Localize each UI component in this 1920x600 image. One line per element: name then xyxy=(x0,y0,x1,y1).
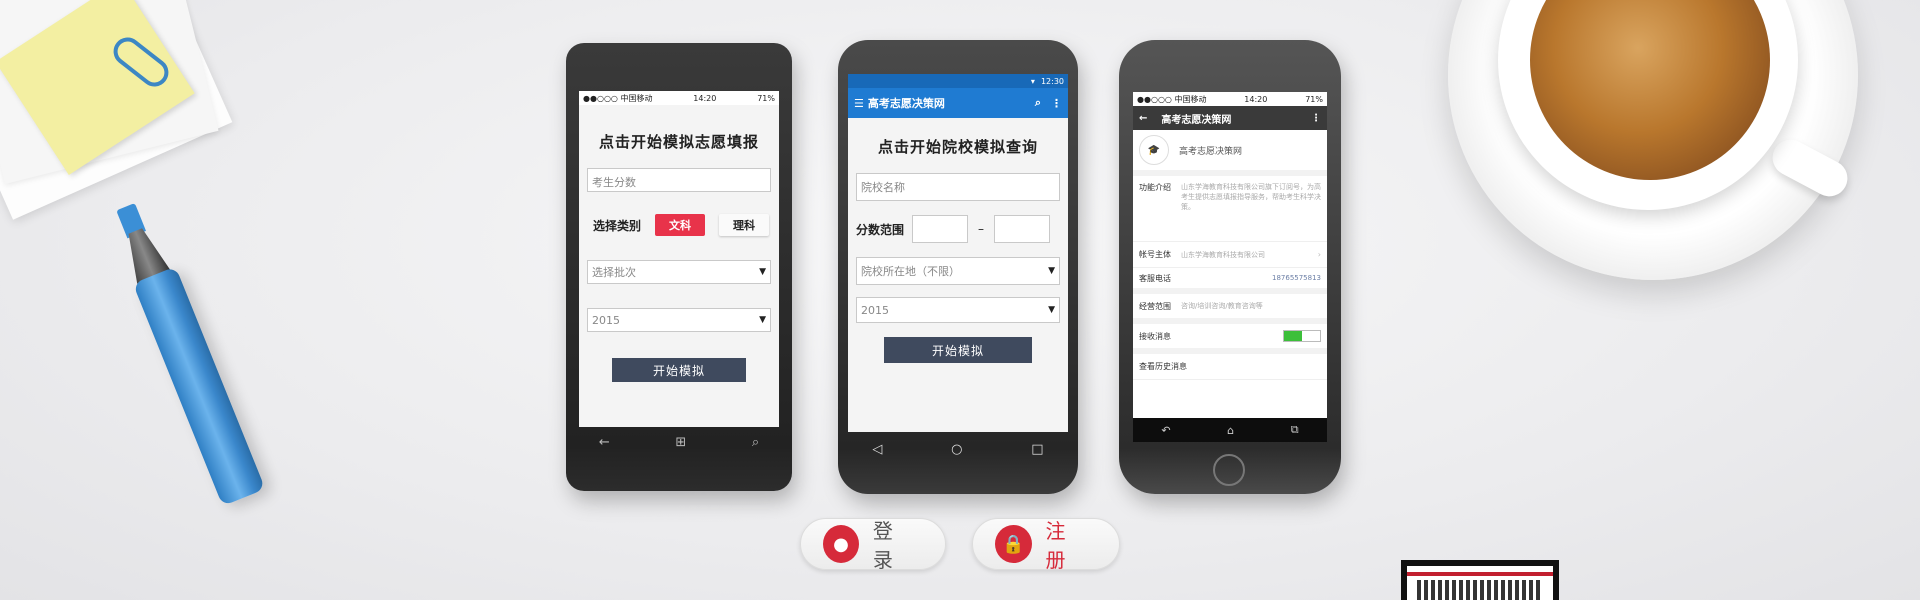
search-icon[interactable]: ⌕ xyxy=(752,435,759,450)
search-icon[interactable]: ⌕ xyxy=(1035,96,1041,110)
row-value: 18765575813 xyxy=(1272,274,1321,282)
page-title: 点击开始模拟志愿填报 xyxy=(598,133,759,151)
marker-body xyxy=(132,266,266,507)
row-label: 帐号主体 xyxy=(1139,250,1171,259)
arts-button[interactable]: 文科 xyxy=(655,214,706,236)
account-header: 🎓 高考志愿决策网 xyxy=(1133,130,1327,176)
more-icon[interactable]: ⋮ xyxy=(1051,97,1062,110)
page-title: 点击开始院校模拟查询 xyxy=(877,138,1038,156)
status-bar: ●●○○○ 中国移动 14:20 71% xyxy=(1133,92,1327,106)
year-select-value: 2015 xyxy=(861,303,889,317)
header-title: 高考志愿决策网 xyxy=(1161,114,1232,126)
location-select[interactable]: 院校所在地（不限） ▼ xyxy=(856,257,1060,285)
back-icon[interactable]: ◁ xyxy=(872,442,882,457)
home-icon[interactable]: ⌂ xyxy=(1227,424,1234,437)
type-row: 选择类别 文科 理科 xyxy=(593,214,771,236)
min-score-input[interactable] xyxy=(912,215,969,243)
phone-iphone: ●●○○○ 中国移动 14:20 71% ← 高考志愿决策网 ⋮ 🎓 高考志愿决… xyxy=(1119,40,1341,494)
year-select[interactable]: 2015 ▼ xyxy=(587,308,771,332)
battery: 71% xyxy=(1305,94,1323,104)
status-bar: ▾ 12:30 xyxy=(848,74,1068,88)
register-button[interactable]: 🔒 注 册 xyxy=(972,518,1120,572)
carrier: ●●○○○ 中国移动 xyxy=(1137,94,1207,104)
account-name: 高考志愿决策网 xyxy=(1179,146,1243,157)
caret-down-icon: ▼ xyxy=(759,267,766,277)
phone1-screen: ●●○○○ 中国移动 14:20 71% 点击开始模拟志愿填报 考生分数 选择类… xyxy=(579,91,779,427)
row-label: 功能介绍 xyxy=(1139,183,1171,192)
status-bar: ●●○○○ 中国移动 14:20 71% xyxy=(579,91,779,105)
lock-icon: 🔒 xyxy=(995,525,1032,563)
range-separator: – xyxy=(978,222,985,236)
back-icon[interactable]: ← xyxy=(599,435,610,450)
receive-messages-row: 接收消息 xyxy=(1133,324,1327,354)
clock: 12:30 xyxy=(1040,76,1064,86)
batch-select[interactable]: 选择批次 ▼ xyxy=(587,260,771,284)
phone3-screen: ●●○○○ 中国移动 14:20 71% ← 高考志愿决策网 ⋮ 🎓 高考志愿决… xyxy=(1133,92,1327,442)
row-label: 接收消息 xyxy=(1139,331,1171,341)
phone-android: ▾ 12:30 ☰ 高考志愿决策网 ⌕ ⋮ 点击开始院校模拟查询 院校名称 分数… xyxy=(838,40,1078,494)
row-label: 经营范围 xyxy=(1139,301,1171,311)
bottom-nav-bar: ↶ ⌂ ⧉ xyxy=(1133,418,1327,442)
home-icon[interactable]: ○ xyxy=(951,442,962,457)
carrier: ●●○○○ 中国移动 xyxy=(583,93,653,103)
info-row[interactable]: 帐号主体 山东学海教育科技有限公司 › xyxy=(1133,242,1327,268)
caret-down-icon: ▼ xyxy=(1048,305,1055,315)
start-simulation-button[interactable]: 开始模拟 xyxy=(612,358,746,382)
battery: 71% xyxy=(757,93,775,103)
account-logo-icon: 🎓 xyxy=(1139,135,1169,165)
phone-windows: ●●○○○ 中国移动 14:20 71% 点击开始模拟志愿填报 考生分数 选择类… xyxy=(566,43,792,491)
caret-down-icon: ▼ xyxy=(1048,266,1055,276)
chevron-right-icon: › xyxy=(1317,250,1321,259)
score-range-label: 分数范围 xyxy=(856,222,905,237)
start-simulation-button[interactable]: 开始模拟 xyxy=(884,337,1032,363)
score-input[interactable]: 考生分数 xyxy=(587,168,771,192)
info-row: 功能介绍 山东学海教育科技有限公司旗下订阅号，为高考生提供志愿填报指导服务，帮助… xyxy=(1133,176,1327,242)
login-label: 登 录 xyxy=(872,519,903,572)
highlighter-marker xyxy=(68,178,310,509)
row-label: 查看历史消息 xyxy=(1139,362,1187,371)
wifi-icon: ▾ xyxy=(1030,76,1035,86)
more-icon[interactable]: ⋮ xyxy=(1311,113,1321,124)
back-arrow-icon[interactable]: ← xyxy=(1139,113,1147,124)
clock: 14:20 xyxy=(693,93,717,103)
type-label: 选择类别 xyxy=(593,218,642,233)
info-row[interactable]: 客服电话 18765575813 xyxy=(1133,268,1327,294)
receive-messages-toggle[interactable] xyxy=(1283,330,1321,342)
science-button[interactable]: 理科 xyxy=(719,214,770,236)
year-select-value: 2015 xyxy=(592,313,620,327)
info-row: 经营范围 咨询/培训咨询/教育咨询等 xyxy=(1133,294,1327,324)
history-row[interactable]: 查看历史消息 xyxy=(1133,354,1327,380)
location-select-value: 院校所在地（不限） xyxy=(861,265,960,278)
row-value: 山东学海教育科技有限公司旗下订阅号，为高考生提供志愿填报指导服务，帮助考生科学决… xyxy=(1181,183,1321,211)
home-button[interactable] xyxy=(1213,454,1245,486)
user-icon: ● xyxy=(823,525,859,563)
login-button[interactable]: ● 登 录 xyxy=(800,518,946,572)
row-value: 山东学海教育科技有限公司 xyxy=(1181,250,1265,259)
score-range-row: 分数范围 – xyxy=(856,215,1060,243)
clock: 14:20 xyxy=(1244,94,1268,104)
app-bar: ☰ 高考志愿决策网 ⌕ ⋮ xyxy=(848,88,1068,118)
nav-header: ← 高考志愿决策网 ⋮ xyxy=(1133,106,1327,130)
windows-nav-bar: ← ⊞ ⌕ xyxy=(566,435,792,450)
menu-icon[interactable]: ☰ xyxy=(854,97,864,110)
app-title: 高考志愿决策网 xyxy=(867,97,945,110)
qr-pattern xyxy=(1417,580,1543,600)
max-score-input[interactable] xyxy=(994,215,1051,243)
qr-code xyxy=(1401,560,1559,600)
batch-select-value: 选择批次 xyxy=(592,266,636,279)
register-label: 注 册 xyxy=(1045,519,1076,572)
caret-down-icon: ▼ xyxy=(759,315,766,325)
recents-icon[interactable]: ⧉ xyxy=(1291,423,1299,437)
row-value: 咨询/培训咨询/教育咨询等 xyxy=(1181,302,1263,310)
phone2-screen: ▾ 12:30 ☰ 高考志愿决策网 ⌕ ⋮ 点击开始院校模拟查询 院校名称 分数… xyxy=(848,74,1068,432)
recents-icon[interactable]: □ xyxy=(1031,442,1043,457)
windows-icon[interactable]: ⊞ xyxy=(675,435,686,450)
school-name-input[interactable]: 院校名称 xyxy=(856,173,1060,201)
row-label: 客服电话 xyxy=(1139,273,1171,283)
year-select[interactable]: 2015 ▼ xyxy=(856,297,1060,323)
android-nav-bar: ◁ ○ □ xyxy=(838,442,1078,457)
back-icon[interactable]: ↶ xyxy=(1161,424,1170,437)
qr-frame-stripe xyxy=(1407,572,1553,576)
